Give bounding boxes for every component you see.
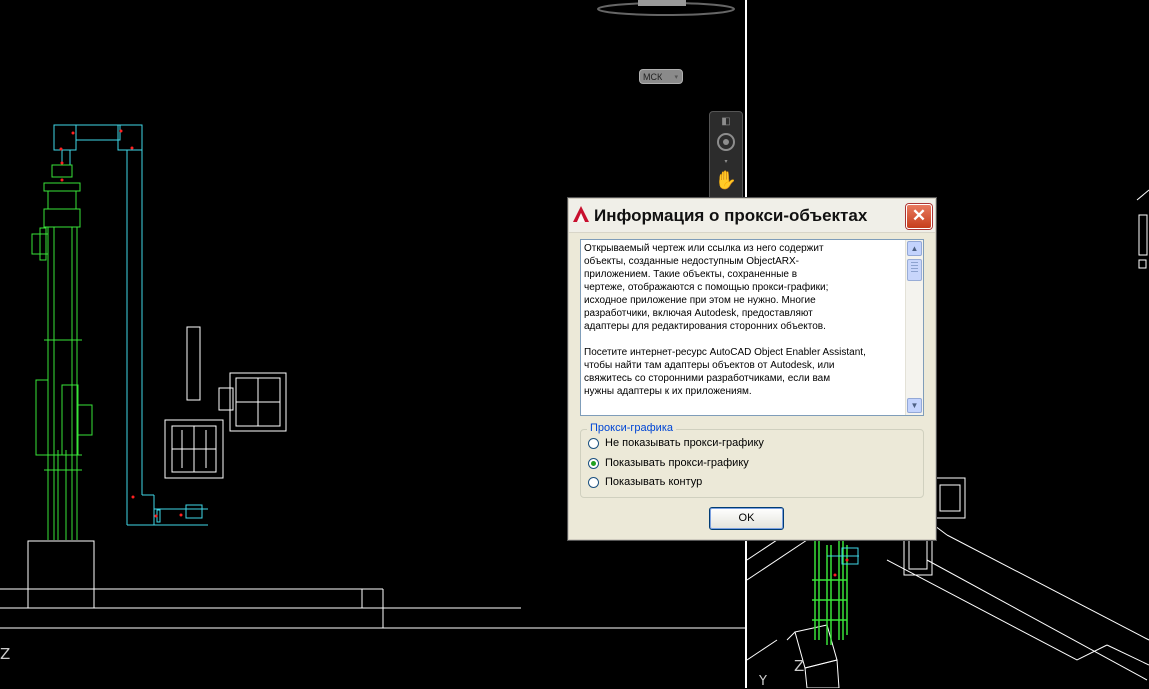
ucs-z-axis-label: Z	[0, 645, 11, 663]
dialog-titlebar[interactable]: Информация о прокси-объектах ✕	[569, 199, 935, 233]
proxy-graphics-group: Прокси-графика Не показывать прокси-граф…	[580, 422, 924, 498]
scrollbar-thumb[interactable]	[907, 259, 922, 281]
chevron-down-icon: ▾	[674, 74, 678, 81]
radio-button[interactable]	[588, 438, 599, 449]
scroll-down-arrow-icon[interactable]: ▼	[907, 398, 922, 413]
dialog-title: Информация о прокси-объектах	[594, 206, 868, 225]
radio-label: Показывать прокси-графику	[605, 457, 749, 469]
steering-wheel-icon[interactable]	[710, 132, 742, 157]
ucs-menu-label: МСК	[643, 72, 663, 82]
autocad-app-icon	[573, 206, 589, 222]
proxy-info-dialog: Информация о прокси-объектах ✕ Открываем…	[568, 198, 936, 540]
message-textbox[interactable]: Открываемый чертеж или ссылка из него со…	[580, 239, 924, 416]
close-button[interactable]: ✕	[906, 204, 932, 229]
ok-button[interactable]: OK	[709, 507, 784, 530]
message-text: Открываемый чертеж или ссылка из него со…	[584, 243, 866, 397]
nav-bar-options-icon[interactable]: ◧	[710, 116, 742, 127]
pan-hand-icon[interactable]: ✋	[710, 170, 742, 191]
nav-bar-separator-icon: ▾	[724, 159, 728, 165]
navigation-bar: ◧ ▾ ✋	[709, 111, 743, 203]
radio-button-selected[interactable]	[588, 458, 599, 469]
radio-label: Показывать контур	[605, 476, 703, 488]
ucs-z-axis-label-right: Z	[794, 657, 805, 675]
ucs-y-axis-label-right: Y	[759, 674, 767, 689]
close-icon: ✕	[911, 206, 927, 225]
message-scrollbar[interactable]: ▲ ▼	[905, 240, 923, 415]
group-label: Прокси-графика	[587, 422, 676, 434]
ucs-menu-button[interactable]: МСК ▾	[639, 69, 683, 84]
radio-button[interactable]	[588, 477, 599, 488]
radio-label: Не показывать прокси-графику	[605, 437, 764, 449]
scroll-up-arrow-icon[interactable]: ▲	[907, 241, 922, 256]
viewcube-compass[interactable]	[596, 0, 736, 18]
